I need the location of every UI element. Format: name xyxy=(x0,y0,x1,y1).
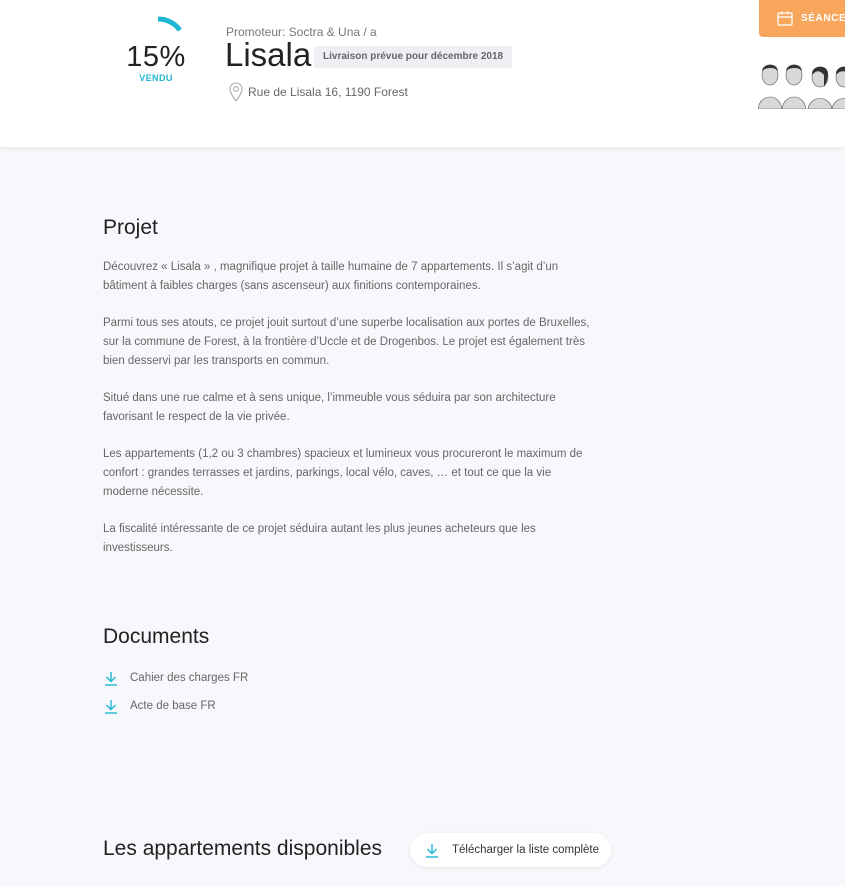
seance-button[interactable]: SÉANCE xyxy=(759,0,845,37)
documents-heading: Documents xyxy=(103,625,210,648)
appartements-heading: Les appartements disponibles xyxy=(103,837,383,860)
documents-list: Cahier des charges FR Acte de base FR xyxy=(103,664,248,720)
document-label: Cahier des charges FR xyxy=(130,672,249,684)
document-link-acte-de-base[interactable]: Acte de base FR xyxy=(103,692,248,720)
sold-percentage: 15% xyxy=(126,41,186,73)
page-title: Lisala xyxy=(225,36,312,73)
sold-label: VENDU xyxy=(139,73,173,83)
projet-heading: Projet xyxy=(103,216,158,239)
download-icon xyxy=(105,671,117,686)
download-list-button[interactable]: Télécharger la liste complète xyxy=(410,833,612,867)
map-pin-icon xyxy=(229,82,243,102)
projet-description: Découvrez « Lisala » , magnifique projet… xyxy=(103,258,593,576)
download-icon xyxy=(426,843,438,858)
download-icon xyxy=(105,699,117,714)
project-header: 15% VENDU Promoteur: Soctra & Una / a Li… xyxy=(0,0,845,147)
projet-paragraph: La fiscalité intéressante de ce projet s… xyxy=(103,523,536,554)
projet-paragraph: Parmi tous ses atouts, ce projet jouit s… xyxy=(103,317,590,367)
projet-paragraph: Situé dans une rue calme et à sens uniqu… xyxy=(103,392,556,423)
delivery-badge: Livraison prévue pour décembre 2018 xyxy=(314,46,513,68)
document-label: Acte de base FR xyxy=(130,700,216,712)
projet-paragraph: Découvrez « Lisala » , magnifique projet… xyxy=(103,261,559,292)
address-row: Rue de Lisala 16, 1190 Forest xyxy=(229,82,408,102)
seance-button-label: SÉANCE xyxy=(801,13,845,24)
document-link-cahier-des-charges[interactable]: Cahier des charges FR xyxy=(103,664,248,692)
projet-paragraph: Les appartements (1,2 ou 3 chambres) spa… xyxy=(103,448,583,498)
download-list-label: Télécharger la liste complète xyxy=(452,844,600,856)
calendar-icon xyxy=(777,11,793,26)
team-photo xyxy=(758,57,845,109)
address-text: Rue de Lisala 16, 1190 Forest xyxy=(248,85,408,99)
